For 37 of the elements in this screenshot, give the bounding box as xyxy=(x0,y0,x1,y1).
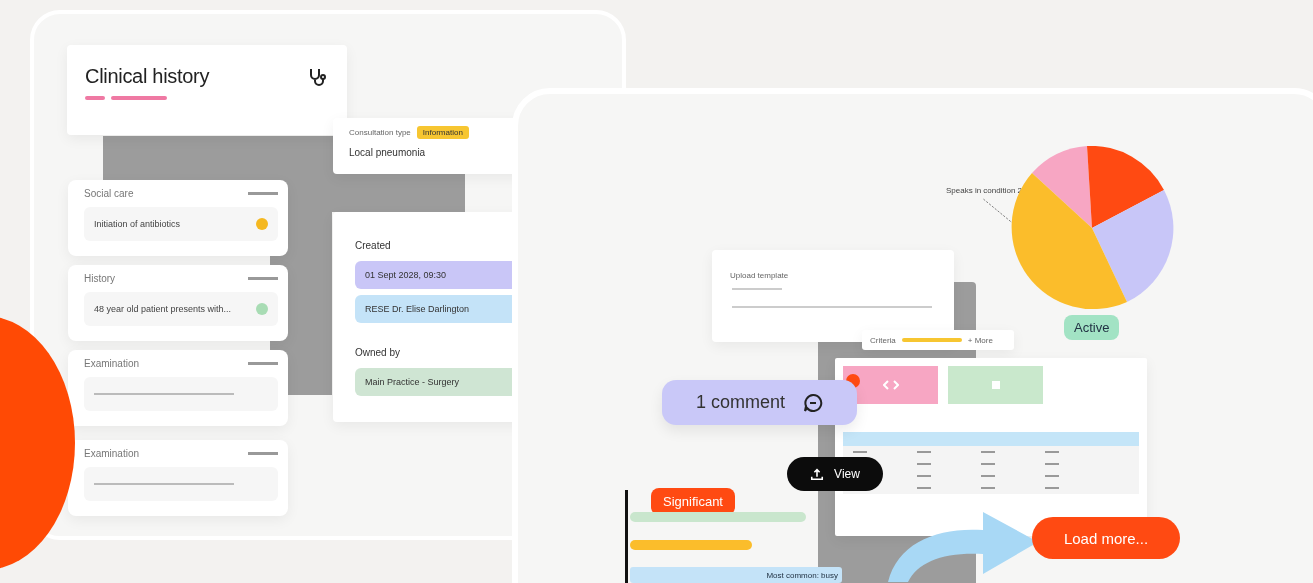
entry-field[interactable]: 48 year old patient presents with... xyxy=(84,292,278,326)
entry-text: Initiation of antibiotics xyxy=(94,219,181,229)
entry-field[interactable] xyxy=(84,377,278,411)
card-heading: Examination xyxy=(84,358,140,369)
more-link[interactable]: + More xyxy=(967,335,993,345)
entry-text: 48 year old patient presents with... xyxy=(94,304,232,314)
created-label: Created xyxy=(355,240,391,251)
code-icon xyxy=(882,379,899,391)
section-title: Clinical history xyxy=(85,65,210,87)
placeholder-line xyxy=(732,288,782,290)
upload-icon xyxy=(810,467,825,481)
card-heading: Social care xyxy=(84,188,134,199)
placeholder-line xyxy=(248,192,278,195)
diagnosis-text: Local pneumonia xyxy=(349,147,427,158)
bar-caption: Most common: busy xyxy=(766,570,838,580)
info-tag: Information xyxy=(416,126,469,139)
stethoscope-icon xyxy=(307,67,327,87)
entry-field[interactable]: Initiation of antibiotics xyxy=(84,207,278,241)
chart-label: Speaks in condition 2 xyxy=(946,186,1023,195)
view-button[interactable]: View xyxy=(787,457,883,491)
template-title: Upload template xyxy=(730,271,789,280)
card-heading: Examination xyxy=(84,448,140,459)
placeholder-line xyxy=(248,362,278,365)
criteria-label: Criteria xyxy=(870,335,896,345)
card-heading: History xyxy=(84,273,116,284)
owner-label: Owned by xyxy=(355,347,401,358)
entry-field[interactable] xyxy=(84,467,278,501)
placeholder-line xyxy=(248,277,278,280)
action-button[interactable] xyxy=(948,366,1043,404)
code-button[interactable] xyxy=(843,366,938,404)
comment-button[interactable]: 1 comment xyxy=(662,380,857,425)
type-label: Consultation type xyxy=(349,128,411,137)
status-badge: Active xyxy=(1064,315,1120,340)
criteria-bar xyxy=(901,338,962,342)
placeholder-line xyxy=(248,452,278,455)
square-icon xyxy=(989,379,1002,391)
chat-icon xyxy=(803,392,823,413)
